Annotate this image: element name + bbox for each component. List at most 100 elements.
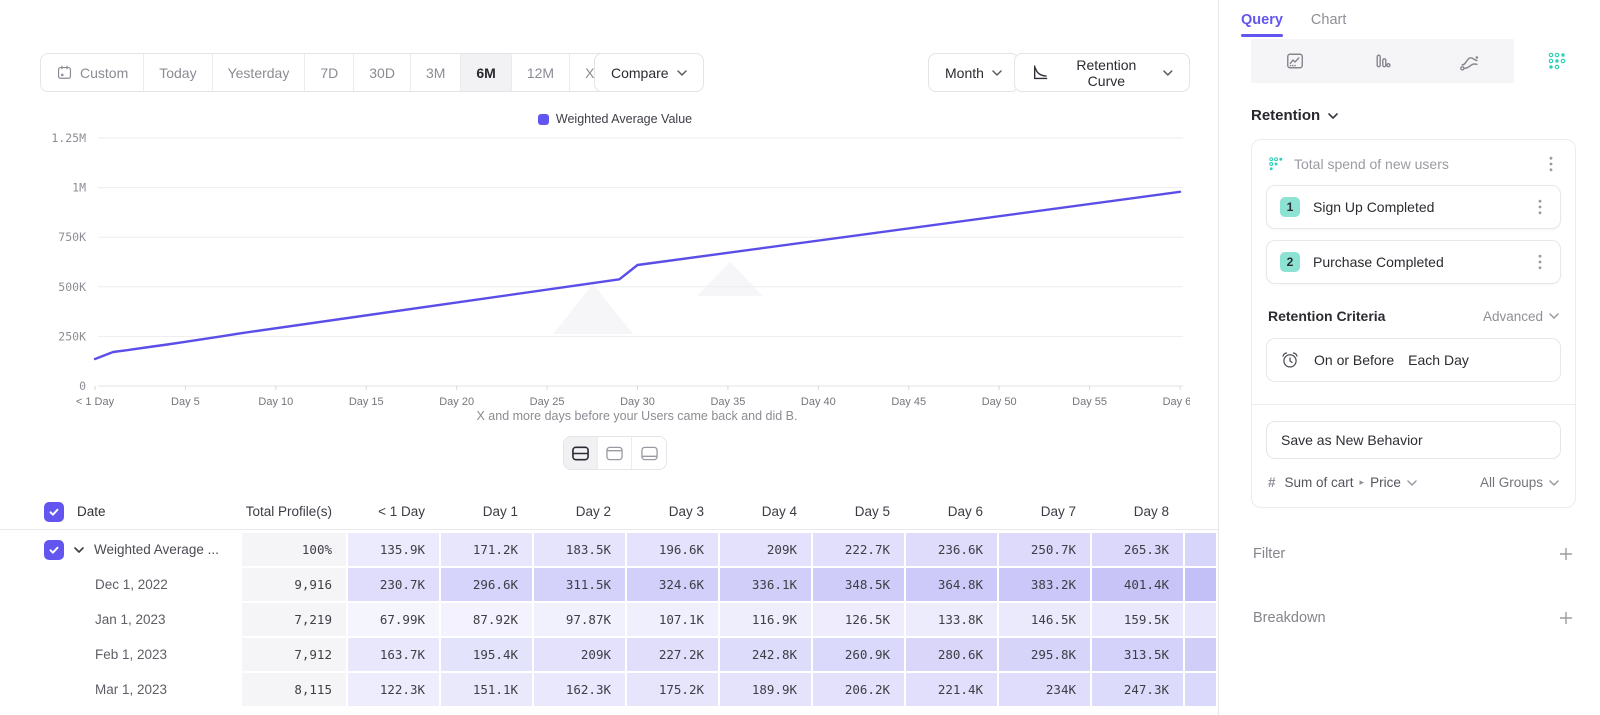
x-axis-tick: Day 15 (349, 396, 384, 408)
retention-value: 401.4K (1124, 577, 1169, 592)
retention-value-cell: 311.5K (534, 568, 625, 601)
tab-chart[interactable]: Chart (1311, 12, 1346, 37)
range-30d[interactable]: 30D (354, 54, 411, 91)
table-row: Weighted Average ... 100% 135.9K171.2K 183.… (0, 533, 1218, 566)
retention-value-cell: 348.5K (813, 568, 904, 601)
chevron-down-icon (1328, 113, 1338, 119)
range-3m[interactable]: 3M (411, 54, 461, 91)
behavior-step-1[interactable]: 1Sign Up Completed (1266, 185, 1561, 229)
retention-grid-icon (1547, 51, 1567, 71)
add-filter-button[interactable] (1558, 546, 1574, 562)
tab-query-label: Query (1241, 12, 1283, 28)
total-profiles-value: 8,115 (294, 682, 332, 697)
retention-tab[interactable] (1514, 39, 1600, 83)
retention-value-cell: 401.4K (1092, 568, 1183, 601)
retention-value: 116.9K (752, 612, 797, 627)
retention-value-cell: 236.6K (906, 533, 997, 566)
retention-value-cell: 97.87K (534, 603, 625, 636)
retention-value: 183.5K (566, 542, 611, 557)
retention-curve-icon (1031, 63, 1049, 82)
row-expander[interactable] (73, 547, 85, 553)
y-axis-tick: 1M (72, 181, 86, 195)
column-header-label: Day 5 (855, 504, 890, 519)
behavior-step-2[interactable]: 2Purchase Completed (1266, 240, 1561, 284)
retention-value: 175.2K (659, 682, 704, 697)
retention-table: DateTotal Profile(s)< 1 DayDay 1Day 2Day… (0, 494, 1218, 708)
behavior-grid-icon (1268, 156, 1284, 172)
retention-value: 247.3K (1124, 682, 1169, 697)
y-axis-tick: 0 (79, 379, 86, 393)
step-menu-button[interactable] (1532, 198, 1548, 216)
retention-value-cell: 296.6K (441, 568, 532, 601)
bar-chart-tab[interactable] (1339, 39, 1427, 83)
bar-chart-icon (1372, 51, 1392, 71)
retention-value-cell: 234K (999, 673, 1090, 706)
range-6m[interactable]: 6M (461, 54, 511, 91)
range-12m[interactable]: 12M (512, 54, 570, 91)
view-toggle-table-only[interactable] (632, 437, 666, 469)
step-event-label: Purchase Completed (1313, 254, 1519, 270)
check-icon (48, 506, 60, 518)
measure-dropdown[interactable]: Sum of cart ▸ Price (1285, 475, 1471, 490)
save-as-new-behavior-button[interactable]: Save as New Behavior (1266, 421, 1561, 459)
clipped-value-cell (1185, 638, 1216, 671)
step-menu-button[interactable] (1532, 253, 1548, 271)
view-toggle-split-view[interactable] (564, 437, 598, 469)
group-by-dropdown[interactable]: All Groups (1480, 475, 1559, 490)
retention-value-cell: 313.5K (1092, 638, 1183, 671)
row-label: Dec 1, 2022 (95, 577, 168, 592)
range-today[interactable]: Today (144, 54, 212, 91)
range-label: 3M (426, 65, 445, 81)
measure-row: # Sum of cart ▸ Price All Groups (1266, 475, 1561, 492)
flows-tab[interactable] (1426, 39, 1514, 83)
chart-style-button[interactable]: Retention Curve (1014, 53, 1190, 92)
breakdown-label: Breakdown (1253, 610, 1326, 626)
retention-timing-card[interactable]: On or Before Each Day (1266, 338, 1561, 382)
y-axis-tick: 1.25M (51, 131, 86, 145)
retention-value: 230.7K (380, 577, 425, 592)
retention-value-cell: 135.9K (348, 533, 439, 566)
chevron-down-icon (1163, 70, 1173, 76)
range-label: Today (159, 65, 196, 81)
row-checkbox[interactable] (44, 540, 64, 560)
column-header: Day 6 (906, 494, 997, 529)
range-7d[interactable]: 7D (305, 54, 354, 91)
table-row: Feb 1, 20237,912163.7K195.4K209K227.2K24… (0, 638, 1218, 671)
retention-value-cell: 87.92K (441, 603, 532, 636)
retention-value-cell: 171.2K (441, 533, 532, 566)
insights-chart-tab[interactable] (1251, 39, 1339, 83)
select-all-checkbox[interactable] (44, 502, 64, 522)
range-yesterday[interactable]: Yesterday (213, 54, 306, 91)
retention-value-cell: 107.1K (627, 603, 718, 636)
row-label: Mar 1, 2023 (95, 682, 167, 697)
view-toggle-chart-only[interactable] (598, 437, 632, 469)
range-label: 12M (527, 65, 554, 81)
retention-value-cell: 209K (534, 638, 625, 671)
analysis-type-selector[interactable]: Retention (1251, 107, 1576, 124)
x-axis-tick: Day 5 (171, 396, 200, 408)
column-header: Day 8 (1092, 494, 1183, 529)
y-axis-tick: 500K (58, 280, 86, 294)
retention-line-chart: 0250K500K750K1M1.25M< 1 DayDay 5Day 10Da… (40, 128, 1190, 413)
retention-value: 336.1K (752, 577, 797, 592)
tab-query[interactable]: Query (1241, 12, 1283, 37)
total-profiles-value: 7,912 (294, 647, 332, 662)
add-breakdown-button[interactable] (1558, 610, 1574, 626)
criteria-mode-dropdown[interactable]: Advanced (1483, 309, 1559, 324)
row-label-cell: Weighted Average ... (0, 533, 240, 566)
y-axis-tick: 750K (58, 230, 86, 244)
retention-value: 296.6K (473, 577, 518, 592)
behavior-menu-button[interactable] (1543, 155, 1559, 173)
compare-button[interactable]: Compare (594, 53, 704, 92)
retention-value: 242.8K (752, 647, 797, 662)
sidebar-tabs: Query Chart (1219, 0, 1600, 37)
total-profiles-value: 100% (302, 542, 332, 557)
retention-value: 206.2K (845, 682, 890, 697)
retention-value-cell: 295.8K (999, 638, 1090, 671)
range-custom[interactable]: Custom (41, 54, 144, 91)
chart-style-label: Retention Curve (1057, 57, 1155, 89)
granularity-button[interactable]: Month (928, 53, 1019, 92)
alarm-clock-icon (1280, 350, 1300, 370)
row-label-cell: Feb 1, 2023 (0, 638, 240, 671)
plus-icon (1558, 546, 1574, 562)
